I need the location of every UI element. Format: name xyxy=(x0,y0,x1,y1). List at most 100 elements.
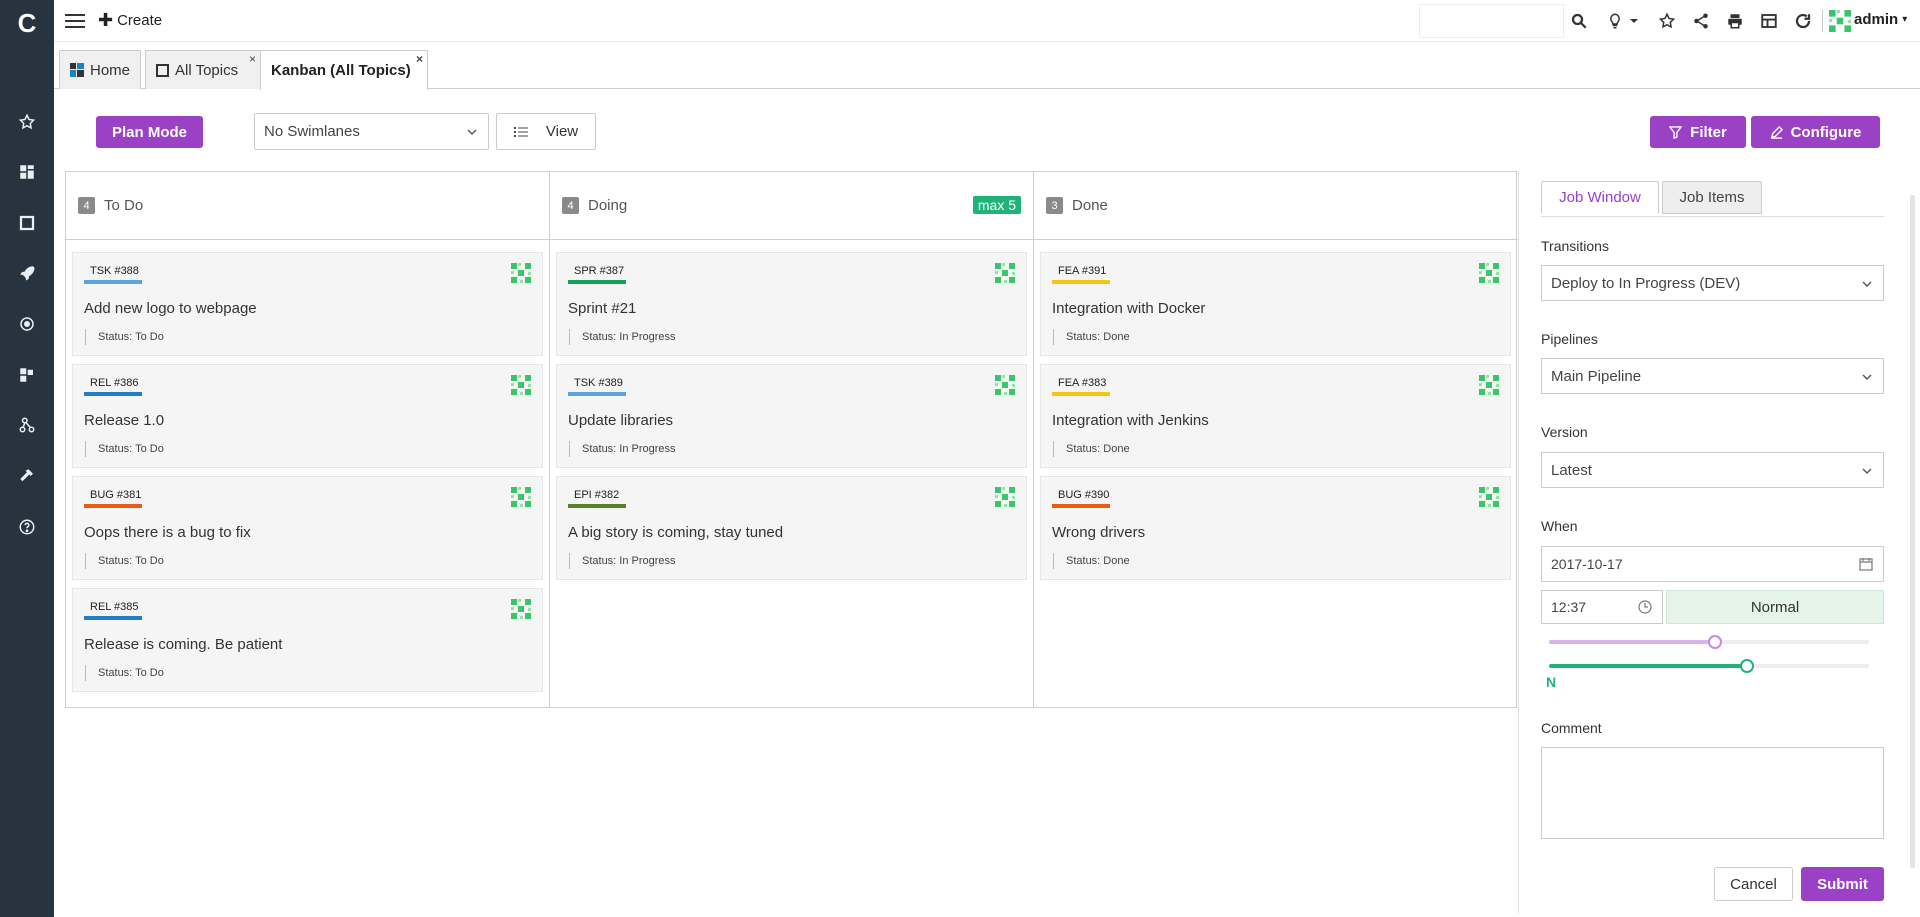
assignee-avatar-icon[interactable] xyxy=(511,263,531,283)
tab-job-items[interactable]: Job Items xyxy=(1662,181,1762,214)
assignee-avatar-icon[interactable] xyxy=(1479,375,1499,395)
slider-fill xyxy=(1549,664,1748,668)
submit-button[interactable]: Submit xyxy=(1801,867,1884,901)
filter-button[interactable]: Filter xyxy=(1650,116,1746,148)
kanban-card[interactable]: EPI #382 A big story is coming, stay tune… xyxy=(556,476,1027,580)
date-input[interactable]: 2017-10-17 xyxy=(1541,546,1884,582)
card-key[interactable]: REL #385 xyxy=(84,601,145,613)
share-icon[interactable] xyxy=(1690,10,1712,32)
time-input[interactable]: 12:37 xyxy=(1541,590,1663,624)
cancel-button[interactable]: Cancel xyxy=(1714,867,1793,901)
kanban-card[interactable]: REL #386 Release 1.0 Status: To Do xyxy=(72,364,543,468)
chevron-down-icon: ▾ xyxy=(1902,14,1908,25)
calendar-icon[interactable] xyxy=(1859,557,1873,571)
card-key[interactable]: REL #386 xyxy=(84,377,145,389)
card-status: Status: To Do xyxy=(85,665,164,681)
time-value: 12:37 xyxy=(1551,599,1587,615)
card-key[interactable]: EPI #382 xyxy=(568,489,625,501)
kanban-card[interactable]: TSK #388 Add new logo to webpage Status: T… xyxy=(72,252,543,356)
search-input[interactable] xyxy=(1419,4,1564,38)
user-avatar-icon[interactable] xyxy=(1829,10,1851,32)
card-status: Status: Done xyxy=(1053,329,1130,345)
kanban-card[interactable]: BUG #390 Wrong drivers Status: Done xyxy=(1040,476,1511,580)
close-icon[interactable]: × xyxy=(249,52,256,66)
column-title: To Do xyxy=(104,197,144,214)
chevron-down-icon xyxy=(467,129,477,135)
swimlanes-select[interactable]: No Swimlanes xyxy=(254,113,489,150)
assignee-avatar-icon[interactable] xyxy=(511,599,531,619)
create-button[interactable]: ✚ Create xyxy=(98,11,162,29)
plan-mode-button[interactable]: Plan Mode xyxy=(96,116,203,148)
clock-icon[interactable] xyxy=(1638,600,1652,614)
kanban-card[interactable]: SPR #387 Sprint #21 Status: In Progress xyxy=(556,252,1027,356)
card-key[interactable]: FEA #391 xyxy=(1052,265,1112,277)
kanban-card[interactable]: REL #385 Release is coming. Be patient Sta… xyxy=(72,588,543,692)
assignee-avatar-icon[interactable] xyxy=(995,487,1015,507)
kanban-card[interactable]: FEA #391 Integration with Docker Status: D… xyxy=(1040,252,1511,356)
card-key[interactable]: SPR #387 xyxy=(568,265,630,277)
kanban-card[interactable]: BUG #381 Oops there is a bug to fix Status… xyxy=(72,476,543,580)
card-key[interactable]: TSK #389 xyxy=(568,377,629,389)
panel-tabs: Job Window Job Items xyxy=(1541,181,1884,217)
tab-all-topics[interactable]: All Topics × xyxy=(145,50,261,89)
filter-icon xyxy=(1669,125,1683,139)
pipelines-select[interactable]: Main Pipeline xyxy=(1541,358,1884,394)
slider-thumb[interactable] xyxy=(1740,659,1755,673)
refresh-icon[interactable] xyxy=(1792,10,1814,32)
card-key[interactable]: FEA #383 xyxy=(1052,377,1112,389)
target-icon[interactable] xyxy=(13,310,41,338)
assignee-avatar-icon[interactable] xyxy=(995,263,1015,283)
dashboard-icon[interactable] xyxy=(13,158,41,186)
menu-icon[interactable] xyxy=(64,10,86,32)
transitions-value: Deploy to In Progress (DEV) xyxy=(1551,274,1741,292)
comment-textarea[interactable] xyxy=(1541,747,1884,839)
assignee-avatar-icon[interactable] xyxy=(1479,487,1499,507)
tab-home[interactable]: Home xyxy=(59,50,141,89)
assignee-avatar-icon[interactable] xyxy=(995,375,1015,395)
star-icon[interactable] xyxy=(1656,10,1678,32)
tab-job-window[interactable]: Job Window xyxy=(1541,181,1659,214)
column-title: Done xyxy=(1072,197,1108,214)
card-key[interactable]: BUG #390 xyxy=(1052,489,1115,501)
chevron-down-icon xyxy=(1862,468,1872,474)
assignee-avatar-icon[interactable] xyxy=(1479,263,1499,283)
version-label: Version xyxy=(1541,424,1588,440)
pencil-icon xyxy=(1770,125,1783,139)
chevron-down-icon[interactable] xyxy=(1629,10,1639,32)
card-type-bar xyxy=(84,504,142,508)
panel-scrollbar[interactable] xyxy=(1910,195,1915,868)
card-key[interactable]: TSK #388 xyxy=(84,265,145,277)
help-icon[interactable] xyxy=(13,513,41,541)
square-icon[interactable] xyxy=(13,209,41,237)
widgets-icon[interactable] xyxy=(13,361,41,389)
kanban-card[interactable]: FEA #383 Integration with Jenkins Status: … xyxy=(1040,364,1511,468)
configure-button[interactable]: Configure xyxy=(1751,116,1880,148)
transitions-select[interactable]: Deploy to In Progress (DEV) xyxy=(1541,265,1884,301)
card-key[interactable]: BUG #381 xyxy=(84,489,147,501)
job-panel: Job Window Job Items Transitions Deploy … xyxy=(1518,171,1910,913)
slider-thumb[interactable] xyxy=(1708,635,1723,649)
card-status: Status: In Progress xyxy=(569,329,676,345)
assignee-avatar-icon[interactable] xyxy=(511,375,531,395)
priority-display: Normal xyxy=(1666,590,1884,624)
assignee-avatar-icon[interactable] xyxy=(511,487,531,507)
kanban-card[interactable]: TSK #389 Update libraries Status: In Progr… xyxy=(556,364,1027,468)
tab-kanban[interactable]: Kanban (All Topics) × xyxy=(260,50,428,90)
hammer-icon[interactable] xyxy=(13,462,41,490)
column-count: 4 xyxy=(78,197,95,214)
view-button[interactable]: View xyxy=(496,113,596,150)
version-value: Latest xyxy=(1551,461,1592,479)
close-icon[interactable]: × xyxy=(416,52,423,66)
lightbulb-icon[interactable] xyxy=(1604,10,1626,32)
version-select[interactable]: Latest xyxy=(1541,452,1884,488)
app-root: C ✚ Create admin ▾ Home All Topics × Kan… xyxy=(0,0,1920,917)
user-menu[interactable]: admin ▾ xyxy=(1854,11,1907,28)
search-icon[interactable] xyxy=(1568,10,1590,32)
card-title: Release is coming. Be patient xyxy=(84,636,283,653)
star-icon[interactable] xyxy=(13,108,41,136)
print-icon[interactable] xyxy=(1724,10,1746,32)
layout-icon[interactable] xyxy=(1758,10,1780,32)
flow-icon[interactable] xyxy=(13,411,41,439)
rocket-icon[interactable] xyxy=(13,259,41,287)
app-logo[interactable]: C xyxy=(0,0,54,46)
